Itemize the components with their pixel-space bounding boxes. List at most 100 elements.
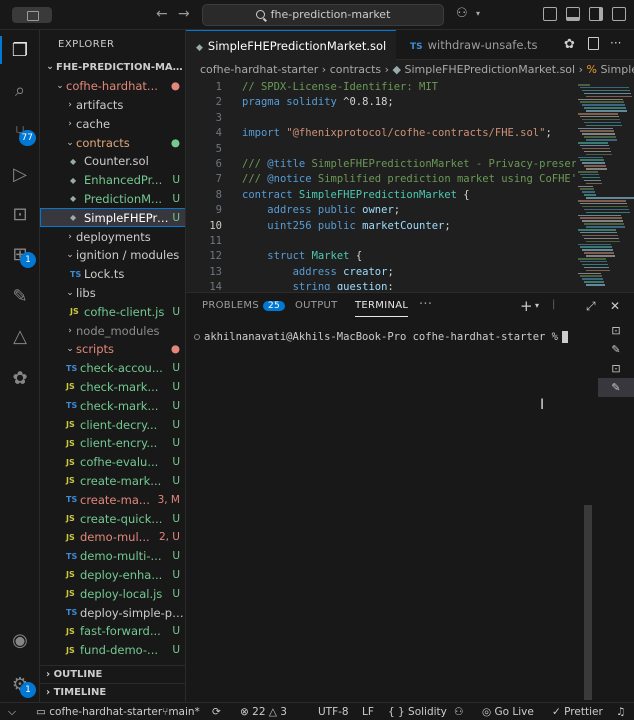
chat-icon[interactable]: ✎ <box>0 276 40 316</box>
code-editor[interactable]: 1 // SPDX-License-Identifier: MIT 2 pragma … <box>186 80 576 290</box>
breadcrumb-item[interactable]: SimpleFHEPredictionMarket.sol <box>405 63 576 76</box>
folder-status[interactable]: ▭ cofhe-hardhat-starter <box>36 703 162 720</box>
folder-libs[interactable]: ⌄ libs <box>40 284 185 303</box>
workspace-root[interactable]: ⌄ FHE-PREDICTION-MARK... <box>40 58 185 77</box>
file-lock-ts[interactable]: TS Lock.ts <box>40 265 185 284</box>
folder-contracts[interactable]: ⌄ contracts ● <box>40 133 185 152</box>
openai-icon[interactable]: ✿ <box>0 358 40 398</box>
file-create-quick[interactable]: JS create-quick... U <box>40 509 185 528</box>
toggle-secondary-sidebar-icon[interactable] <box>589 7 603 21</box>
sync-icon[interactable]: ⟳ <box>212 703 221 720</box>
prompt-status-icon <box>194 334 200 340</box>
encoding-status[interactable]: UTF-8 <box>318 703 349 720</box>
forward-arrow-icon[interactable]: → <box>178 6 190 22</box>
terminal-instance-icon[interactable]: ⊡ <box>598 359 634 378</box>
terminal-chat-icon[interactable]: ✎ <box>598 340 634 359</box>
folder-node-modules[interactable]: › node_modules <box>40 321 185 340</box>
accounts-icon[interactable]: ◉ <box>0 620 40 660</box>
file-deploy-enhanced[interactable]: JS deploy-enha... U <box>40 566 185 585</box>
file-cofhe-evaluate[interactable]: JS cofhe-evalu... U <box>40 453 185 472</box>
file-client-encrypt[interactable]: JS client-encry... U <box>40 434 185 453</box>
new-terminal-icon[interactable]: + <box>520 297 533 315</box>
chevron-down-icon[interactable]: ▾ <box>535 301 539 310</box>
file-cofhe-client[interactable]: JS cofhe-client.js U <box>40 302 185 321</box>
split-editor-icon[interactable] <box>588 37 599 50</box>
tab-output[interactable]: OUTPUT <box>295 300 338 311</box>
file-fund-demo[interactable]: JS fund-demo-... U <box>40 641 185 660</box>
line-number: 4 <box>215 127 222 140</box>
terminal-scrollbar[interactable] <box>584 505 592 700</box>
folder-cofhe-hardhat[interactable]: ⌄ cofhe-hardhat... ● <box>40 77 185 96</box>
problems-status[interactable]: ⊗ 22 △ 3 <box>240 703 287 720</box>
branch-status[interactable]: ⑂main* <box>162 703 200 720</box>
file-fast-forward[interactable]: JS fast-forward... U <box>40 622 185 641</box>
file-demo-mul-js[interactable]: JS demo-mul... 2, U <box>40 528 185 547</box>
tab-simple-fhe-prediction-market[interactable]: ◆ SimpleFHEPredictionMarket.sol <box>186 30 396 60</box>
minimap[interactable] <box>576 80 634 290</box>
breadcrumb-item[interactable]: cofhe-hardhat-starter <box>200 63 318 76</box>
tab-terminal[interactable]: TERMINAL <box>355 300 409 317</box>
folder-ignition-modules[interactable]: ⌄ ignition / modules <box>40 246 185 265</box>
folder-artifacts[interactable]: › artifacts <box>40 96 185 115</box>
sidebar-toggle-icon[interactable] <box>12 7 52 23</box>
remote-icon[interactable]: ⌵ <box>8 703 16 720</box>
terminal-output[interactable]: akhilnanavati@Akhils-MacBook-Pro cofhe-h… <box>194 331 569 343</box>
file-create-market-js[interactable]: JS create-mark... U <box>40 472 185 491</box>
eol-status[interactable]: LF <box>362 703 374 720</box>
panel-more-icon[interactable]: ··· <box>419 297 432 312</box>
terminal-chat-icon[interactable]: ✎ <box>598 378 634 397</box>
file-create-market-ts[interactable]: TS create-ma... 3, M <box>40 490 185 509</box>
minimap-line <box>580 188 594 190</box>
tab-withdraw-unsafe[interactable]: TS withdraw-unsafe.ts <box>400 30 550 60</box>
maximize-panel-icon[interactable]: ⤢ <box>586 299 596 314</box>
file-check-market-js[interactable]: JS check-mark... U <box>40 378 185 397</box>
minimap-line <box>582 191 595 193</box>
chevron-down-icon[interactable]: ▾ <box>476 9 480 18</box>
timeline-section[interactable]: › TIMELINE <box>40 683 185 701</box>
file-demo-multi-ts[interactable]: TS demo-multi-... U <box>40 547 185 566</box>
file-check-account[interactable]: TS check-accou... U <box>40 359 185 378</box>
breadcrumb-item[interactable]: contracts <box>330 63 381 76</box>
search-icon[interactable]: ⌕ <box>0 70 40 110</box>
file-counter-sol[interactable]: ◆ Counter.sol <box>40 152 185 171</box>
language-status[interactable]: { } Solidity <box>388 703 447 720</box>
run-debug-icon[interactable]: ▷ <box>0 154 40 194</box>
more-actions-icon[interactable]: ··· <box>610 36 621 50</box>
source-control-icon[interactable]: ⑂77 <box>0 112 40 152</box>
remote-explorer-icon[interactable]: ⊡ <box>0 194 40 234</box>
breadcrumb-item[interactable]: Simple <box>600 63 634 76</box>
folder-cache[interactable]: › cache <box>40 114 185 133</box>
copilot-status-icon[interactable]: ⚇ <box>454 703 463 720</box>
prettier-status[interactable]: ✓ Prettier <box>552 703 603 720</box>
settings-gear-icon[interactable]: ⚙ 1 <box>0 664 40 704</box>
openai-icon[interactable]: ✿ <box>564 37 575 52</box>
tab-problems[interactable]: PROBLEMS 25 <box>202 300 286 311</box>
code-text: uint256 public marketCounter; <box>267 219 451 232</box>
close-panel-icon[interactable]: ✕ <box>610 299 620 313</box>
customize-layout-icon[interactable] <box>612 7 626 21</box>
back-arrow-icon[interactable]: ← <box>156 6 168 22</box>
outline-section[interactable]: › OUTLINE <box>40 665 185 683</box>
code-line: 10 uint256 public marketCounter; <box>186 219 576 234</box>
file-simple-fhe[interactable]: ◆SimpleFHEPredic...U <box>40 208 185 228</box>
deploy-icon[interactable]: △ <box>0 316 40 356</box>
notifications-bell-icon[interactable]: ♫ <box>616 703 625 720</box>
command-center-search[interactable]: fhe-prediction-market <box>202 4 444 26</box>
file-deploy-local[interactable]: JS deploy-local.js U <box>40 584 185 603</box>
file-deploy-simple[interactable]: TS deploy-simple-pr... <box>40 603 185 622</box>
extensions-icon[interactable]: ⊞ 1 <box>0 234 40 274</box>
toggle-panel-icon[interactable] <box>566 7 580 21</box>
file-enhanced[interactable]: ◆ EnhancedPr... U <box>40 171 185 190</box>
file-check-market-ts[interactable]: TS check-mark... U <box>40 396 185 415</box>
copilot-icon[interactable]: ⚇ <box>456 6 468 21</box>
explorer-icon[interactable]: ❐ <box>0 30 40 70</box>
folder-scripts[interactable]: ⌄ scripts ● <box>40 340 185 359</box>
terminal-instance-icon[interactable]: ⊡ <box>598 321 634 340</box>
go-live-status[interactable]: ◎ Go Live <box>482 703 534 720</box>
file-prediction[interactable]: ◆ PredictionM... U <box>40 190 185 209</box>
chevron-right-icon: › <box>68 231 72 242</box>
folder-deployments[interactable]: › deployments <box>40 227 185 246</box>
file-client-decrypt[interactable]: JS client-decry... U <box>40 415 185 434</box>
minimap-line <box>578 127 613 129</box>
toggle-primary-sidebar-icon[interactable] <box>543 7 557 21</box>
